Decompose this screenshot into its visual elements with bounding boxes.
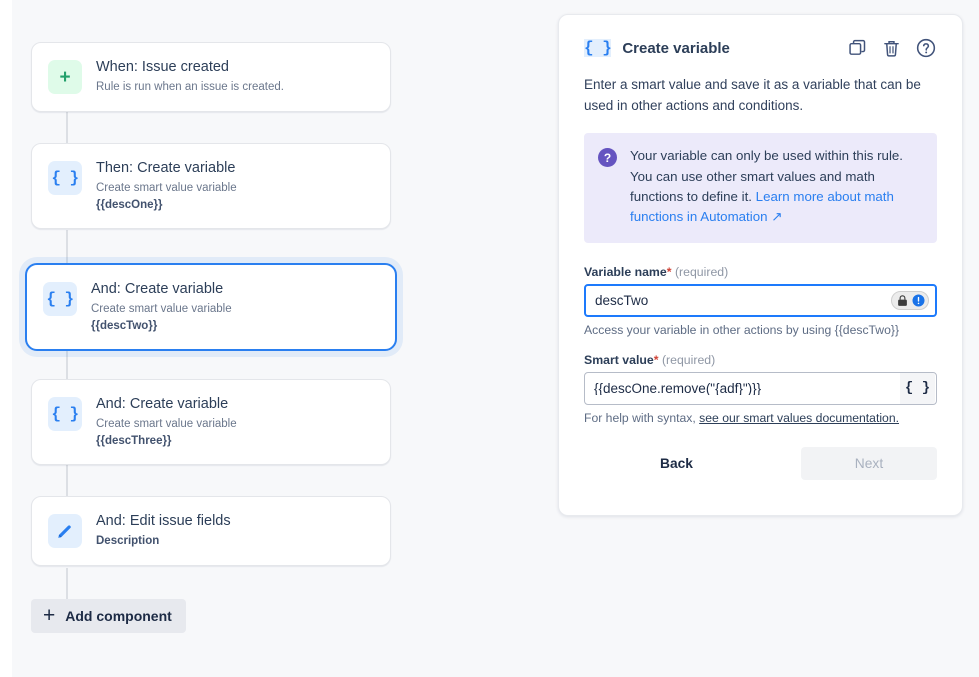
rule-card-create-variable-two[interactable]: { } And: Create variable Create smart va… [25,263,397,351]
smart-value-value: {{descOne.remove("{adf}")}} [594,382,900,396]
variable-name-input[interactable]: descTwo [584,284,937,317]
rule-card-edit-issue-fields[interactable]: And: Edit issue fields Description [31,496,391,566]
rule-card-body: And: Create variable Create smart value … [91,280,379,334]
back-button[interactable]: Back [646,448,707,479]
rule-card-title: Then: Create variable [96,159,374,177]
panel-title: Create variable [622,40,847,57]
panel-description: Enter a smart value and save it as a var… [584,75,937,116]
rule-card-smart-value: {{descTwo}} [91,318,379,335]
trash-icon[interactable] [881,38,902,59]
rule-card-smart-value: {{descOne}} [96,197,374,214]
rule-card-title: When: Issue created [96,58,374,76]
chain-connector [66,464,68,496]
chain-connector [66,230,68,263]
external-link-icon: ↗ [771,209,782,224]
copy-icon[interactable] [847,38,868,59]
smart-value-input[interactable]: {{descOne.remove("{adf}")}} { } [584,372,937,405]
pencil-icon [48,514,82,548]
rule-card-smart-value: {{descThree}} [96,433,374,450]
insert-smart-value-button[interactable]: { } [900,373,935,404]
help-icon[interactable] [915,37,937,59]
plus-icon: + [43,605,55,626]
chain-connector [66,347,68,379]
lock-icon [895,293,910,308]
smart-value-helper-prefix: For help with syntax, [584,411,699,425]
rule-card-create-variable-one[interactable]: { } Then: Create variable Create smart v… [31,143,391,229]
curly-braces-icon: { } [584,39,611,57]
question-mark-icon: ? [598,148,617,167]
curly-braces-icon: { } [43,282,77,316]
variable-name-value: descTwo [595,294,891,308]
info-callout-text: Your variable can only be used within th… [630,146,922,228]
variable-name-label: Variable name* (required) [584,265,937,279]
panel-footer: Back Next [584,447,937,480]
rule-card-subtitle: Create smart value variable [96,416,374,433]
required-hint: (required) [675,265,728,279]
curly-braces-icon: { } [48,397,82,431]
rule-card-subtitle: Rule is run when an issue is created. [96,79,374,96]
rule-card-create-variable-three[interactable]: { } And: Create variable Create smart va… [31,379,391,465]
chain-connector [66,111,68,143]
variable-name-label-text: Variable name [584,265,667,279]
smart-values-docs-link[interactable]: see our smart values documentation. [699,411,899,425]
info-badge-icon [911,293,926,308]
required-star: * [667,265,672,279]
panel-header: { } Create variable [584,37,937,59]
page-left-edge [6,0,12,677]
rule-card-title: And: Create variable [91,280,379,298]
create-variable-panel: { } Create variable [558,14,963,516]
info-callout: ? Your variable can only be used within … [584,133,937,243]
rule-card-body: When: Issue created Rule is run when an … [96,58,374,96]
curly-braces-icon: { } [48,161,82,195]
panel-header-actions [847,37,937,59]
rule-card-title: And: Edit issue fields [96,512,374,530]
rule-card-body: And: Edit issue fields Description [96,512,374,550]
automation-rule-builder: + When: Issue created Rule is run when a… [6,0,979,677]
rule-card-body: Then: Create variable Create smart value… [96,159,374,213]
rule-card-title: And: Create variable [96,395,374,413]
required-star: * [654,353,659,367]
smart-value-label-text: Smart value [584,353,654,367]
smart-value-helper: For help with syntax, see our smart valu… [584,411,937,425]
rule-chain: + When: Issue created Rule is run when a… [25,0,425,677]
required-hint: (required) [662,353,715,367]
rule-card-smart-value: Description [96,533,374,550]
next-button[interactable]: Next [801,447,937,480]
rule-card-subtitle: Create smart value variable [96,180,374,197]
add-component-label: Add component [65,608,172,624]
add-component-button[interactable]: + Add component [31,599,186,633]
password-manager-badge[interactable] [891,291,929,310]
smart-value-label: Smart value* (required) [584,353,937,367]
rule-card-body: And: Create variable Create smart value … [96,395,374,449]
rule-card-trigger[interactable]: + When: Issue created Rule is run when a… [31,42,391,112]
variable-name-helper: Access your variable in other actions by… [584,323,937,337]
chain-connector [66,568,68,600]
plus-icon: + [48,60,82,94]
rule-card-subtitle: Create smart value variable [91,301,379,318]
